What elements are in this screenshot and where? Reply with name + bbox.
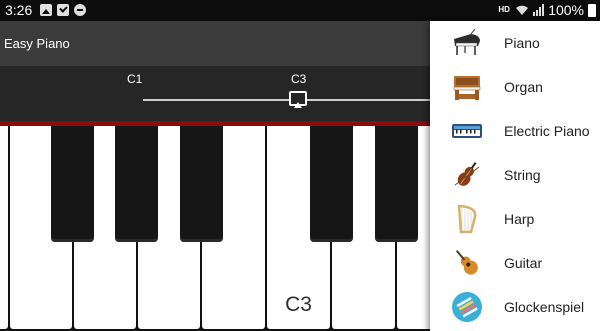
glockenspiel-icon: [452, 292, 482, 322]
range-start-label: C1: [127, 72, 143, 86]
violin-icon: [454, 162, 480, 186]
range-current-label: C3: [291, 72, 307, 86]
menu-item-label: String: [504, 167, 541, 183]
white-key[interactable]: [0, 126, 8, 329]
menu-item-organ[interactable]: Organ: [430, 65, 600, 109]
menu-item-glockenspiel[interactable]: Glockenspiel: [430, 285, 600, 329]
black-key[interactable]: [375, 126, 418, 242]
status-time: 3:26: [5, 2, 33, 18]
organ-icon: [453, 76, 481, 100]
menu-item-piano[interactable]: Piano: [430, 21, 600, 65]
wifi-icon: [516, 5, 529, 15]
harp-icon: [457, 204, 477, 234]
checkbox-notification-icon: [57, 4, 69, 16]
menu-item-harp[interactable]: Harp: [430, 197, 600, 241]
menu-item-label: Guitar: [504, 255, 543, 271]
grand-piano-icon: [454, 28, 480, 55]
menu-item-label: Organ: [504, 79, 543, 95]
key-note-label: C3: [285, 293, 312, 316]
app-title: Easy Piano: [4, 36, 70, 51]
black-key[interactable]: [115, 126, 158, 242]
menu-item-label: Piano: [504, 35, 540, 51]
range-slider-thumb[interactable]: [289, 91, 307, 108]
menu-item-label: Glockenspiel: [504, 299, 585, 315]
black-key[interactable]: [310, 126, 353, 242]
gallery-notification-icon: [40, 4, 52, 16]
guitar-icon: [455, 250, 478, 275]
menu-item-electric-piano[interactable]: Electric Piano: [430, 109, 600, 153]
hd-voice-badge: HD: [498, 5, 510, 14]
menu-item-label: Harp: [504, 211, 535, 227]
notification-icons: [40, 4, 86, 16]
black-key[interactable]: [51, 126, 94, 242]
battery-icon: [588, 3, 596, 17]
menu-item-string[interactable]: String: [430, 153, 600, 197]
instrument-menu: Piano Organ Electric Piano String Harp G…: [430, 21, 600, 331]
status-bar: 3:26 HD 100%: [0, 0, 600, 21]
easy-piano-screen: 3:26 HD 100% Easy Piano C1 C3 C3 Piano O…: [0, 0, 600, 331]
menu-item-guitar[interactable]: Guitar: [430, 241, 600, 285]
signal-strength-icon: [533, 4, 545, 16]
electric-piano-icon: [452, 124, 482, 138]
menu-item-label: Electric Piano: [504, 123, 590, 139]
black-key[interactable]: [180, 126, 223, 242]
message-notification-icon: [74, 4, 86, 16]
system-status: HD 100%: [497, 2, 596, 18]
battery-percentage: 100%: [548, 2, 584, 18]
